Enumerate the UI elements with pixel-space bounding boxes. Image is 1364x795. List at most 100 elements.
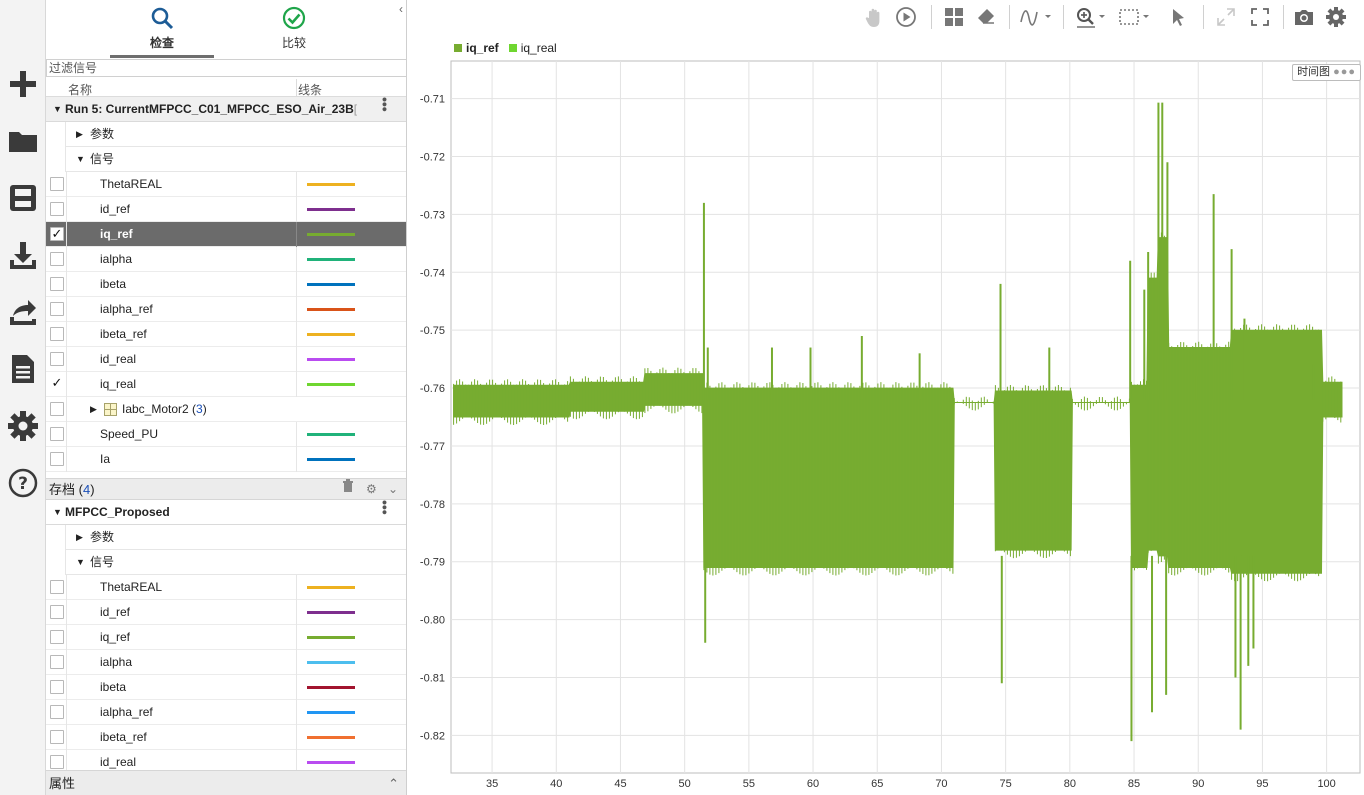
signal-checkbox[interactable] <box>50 605 64 619</box>
camera-icon[interactable] <box>1293 6 1315 28</box>
line-style-swatch[interactable] <box>307 333 355 336</box>
fullscreen-icon[interactable] <box>1249 6 1271 28</box>
run-options-icon[interactable]: ••• <box>372 97 397 112</box>
legend-item[interactable]: iq_real <box>508 41 557 55</box>
signal-checkbox[interactable] <box>50 730 64 744</box>
time-plot-button[interactable]: 时间图 ●●● <box>1292 64 1361 81</box>
signal-checkbox[interactable] <box>50 352 64 366</box>
group-parameters[interactable]: ▶ 参数 <box>46 525 406 550</box>
signal-row[interactable]: ibeta <box>46 675 406 700</box>
expand-triangle-icon[interactable]: ▶ <box>76 122 83 147</box>
archive-header[interactable]: 存档 (4) ⚙ ⌄ <box>46 478 406 500</box>
filter-signals-input[interactable]: 过滤信号 <box>46 59 406 77</box>
play-icon[interactable] <box>895 6 917 28</box>
run-options-icon[interactable]: ••• <box>372 500 397 515</box>
signal-checkbox[interactable] <box>50 177 64 191</box>
report-icon[interactable] <box>5 349 41 389</box>
line-style-swatch[interactable] <box>307 208 355 211</box>
save-icon[interactable] <box>5 178 41 218</box>
properties-header[interactable]: 属性 ⌃ <box>46 770 406 795</box>
signal-row[interactable]: iq_ref <box>46 625 406 650</box>
signal-row[interactable]: ibeta <box>46 272 406 297</box>
signal-row[interactable]: id_ref <box>46 600 406 625</box>
group-signals[interactable]: ▼ 信号 <box>46 147 406 172</box>
line-style-swatch[interactable] <box>307 433 355 436</box>
line-style-swatch[interactable] <box>307 686 355 689</box>
signal-checkbox[interactable] <box>50 630 64 644</box>
line-style-swatch[interactable] <box>307 308 355 311</box>
line-style-swatch[interactable] <box>307 383 355 386</box>
signal-checkbox[interactable] <box>50 202 64 216</box>
collapse-panel-icon[interactable]: ‹ <box>399 2 403 16</box>
signal-row[interactable]: ✓ iq_ref <box>46 222 406 247</box>
collapse-triangle-icon[interactable]: ▼ <box>76 550 85 575</box>
time-plot-chart[interactable]: 35 40 45 50 55 60 65 70 75 80 85 90 95 100 -0.71 -0.72 -… <box>407 58 1364 795</box>
pan-hand-icon[interactable] <box>863 6 885 28</box>
chevron-up-icon[interactable]: ⌃ <box>388 771 399 795</box>
eraser-icon[interactable] <box>975 6 997 28</box>
collapse-triangle-icon[interactable]: ▼ <box>76 147 85 172</box>
trash-icon[interactable] <box>342 479 354 500</box>
signal-row[interactable]: ThetaREAL <box>46 172 406 197</box>
signal-checkbox[interactable] <box>50 580 64 594</box>
line-style-swatch[interactable] <box>307 258 355 261</box>
signal-checkbox[interactable] <box>50 252 64 266</box>
signal-checkbox[interactable] <box>50 452 64 466</box>
signal-checkbox[interactable] <box>50 705 64 719</box>
tab-compare[interactable]: 比较 <box>234 0 354 58</box>
tab-inspect[interactable]: 检查 <box>102 0 222 58</box>
signal-row[interactable]: ✓ iq_real <box>46 372 406 397</box>
signal-row[interactable]: ialpha_ref <box>46 297 406 322</box>
line-style-swatch[interactable] <box>307 636 355 639</box>
line-style-swatch[interactable] <box>307 233 355 236</box>
line-style-swatch[interactable] <box>307 283 355 286</box>
collapse-triangle-icon[interactable]: ▼ <box>53 500 62 525</box>
signal-row[interactable]: ▶ Iabc_Motor2 (3) <box>46 397 406 422</box>
signal-checkbox[interactable] <box>50 302 64 316</box>
signal-row[interactable]: ThetaREAL <box>46 575 406 600</box>
signal-row[interactable]: Speed_PU <box>46 422 406 447</box>
signal-row[interactable]: ibeta_ref <box>46 322 406 347</box>
expand-triangle-icon[interactable]: ▶ <box>90 397 97 422</box>
line-style-swatch[interactable] <box>307 358 355 361</box>
line-style-swatch[interactable] <box>307 736 355 739</box>
legend-item[interactable]: iq_ref <box>454 41 499 55</box>
signal-row[interactable]: ialpha <box>46 650 406 675</box>
group-parameters[interactable]: ▶ 参数 <box>46 122 406 147</box>
line-style-swatch[interactable] <box>307 711 355 714</box>
signal-checkbox[interactable] <box>50 277 64 291</box>
cursor-pointer-icon[interactable] <box>1167 6 1189 28</box>
line-style-swatch[interactable] <box>307 611 355 614</box>
settings-icon[interactable] <box>5 406 41 446</box>
import-icon[interactable] <box>5 236 41 276</box>
line-style-swatch[interactable] <box>307 183 355 186</box>
expand-triangle-icon[interactable]: ▶ <box>76 525 83 550</box>
line-style-swatch[interactable] <box>307 458 355 461</box>
signal-checkbox[interactable] <box>50 427 64 441</box>
signal-checkbox[interactable]: ✓ <box>50 227 64 241</box>
fit-to-view-icon[interactable] <box>1215 6 1237 28</box>
archive-settings-icon[interactable]: ⚙ <box>366 479 377 500</box>
signal-wave-icon[interactable] <box>1019 6 1053 28</box>
zoom-box-icon[interactable] <box>1117 6 1153 28</box>
signal-checkbox[interactable] <box>50 402 64 416</box>
signal-checkbox[interactable] <box>50 755 64 769</box>
signal-row[interactable]: ialpha <box>46 247 406 272</box>
open-folder-icon[interactable] <box>5 121 41 161</box>
run-row-proposed[interactable]: ▼ MFPCC_Proposed ••• <box>46 500 406 525</box>
new-icon[interactable] <box>5 64 41 104</box>
line-style-swatch[interactable] <box>307 586 355 589</box>
plot-settings-icon[interactable] <box>1325 6 1347 28</box>
zoom-in-icon[interactable] <box>1075 6 1109 28</box>
signal-checkbox[interactable] <box>50 327 64 341</box>
line-style-swatch[interactable] <box>307 661 355 664</box>
help-icon[interactable]: ? <box>5 463 41 503</box>
signal-row[interactable]: Ia <box>46 447 406 472</box>
layout-grid-icon[interactable] <box>943 6 965 28</box>
line-style-swatch[interactable] <box>307 761 355 764</box>
group-signals[interactable]: ▼ 信号 <box>46 550 406 575</box>
signal-checkbox[interactable] <box>50 680 64 694</box>
signal-checkbox[interactable] <box>50 655 64 669</box>
collapse-triangle-icon[interactable]: ▼ <box>53 97 62 122</box>
signal-row[interactable]: id_real <box>46 347 406 372</box>
